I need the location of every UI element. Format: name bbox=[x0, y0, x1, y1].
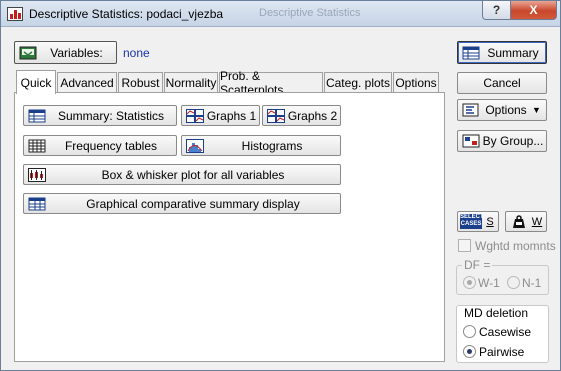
box-whisker-label: Box & whisker plot for all variables bbox=[101, 167, 285, 182]
weight-shortcut: W bbox=[531, 215, 543, 228]
options-icon bbox=[462, 103, 480, 117]
box-whisker-button[interactable]: Box & whisker plot for all variables bbox=[23, 164, 341, 185]
summary-button-label: Summary bbox=[487, 45, 539, 60]
md-pairwise-label: Pairwise bbox=[479, 345, 525, 359]
summary-statistics-button[interactable]: Summary: Statistics bbox=[23, 105, 177, 126]
wghtd-momnts-checkbox[interactable] bbox=[458, 239, 471, 252]
options-button[interactable]: Options ▼ bbox=[457, 99, 547, 121]
md-casewise-label: Casewise bbox=[479, 325, 532, 339]
close-icon: X bbox=[529, 3, 538, 17]
df-w1-radio[interactable] bbox=[463, 276, 476, 289]
frequency-tables-label: Frequency tables bbox=[64, 138, 158, 153]
by-group-label: By Group... bbox=[482, 134, 544, 148]
df-w1-label: W-1 bbox=[478, 276, 500, 290]
tab-advanced[interactable]: Advanced bbox=[57, 72, 117, 92]
tab-categ-plots[interactable]: Categ. plots bbox=[324, 72, 392, 92]
weight-icon bbox=[510, 214, 528, 229]
summary-table-icon bbox=[462, 46, 480, 60]
by-group-button[interactable]: By Group... bbox=[457, 130, 547, 152]
md-deletion-label: MD deletion bbox=[462, 306, 531, 320]
df-n1-label: N-1 bbox=[522, 276, 542, 290]
graphs-icon bbox=[267, 108, 285, 123]
graphs2-button[interactable]: Graphs 2 bbox=[262, 105, 341, 126]
close-button[interactable]: X bbox=[510, 1, 557, 20]
graphs-icon bbox=[186, 108, 204, 123]
window-title: Descriptive Statistics: podaci_vjezba bbox=[29, 7, 224, 21]
df-label: DF = bbox=[462, 258, 493, 272]
select-cases-button[interactable]: SELECT CASES S bbox=[457, 211, 499, 232]
select-cases-shortcut: S bbox=[486, 215, 494, 228]
tab-quick[interactable]: Quick bbox=[16, 70, 56, 94]
grid-table-icon bbox=[28, 139, 46, 153]
weight-button[interactable]: W bbox=[505, 211, 547, 232]
box-plot-icon bbox=[28, 167, 46, 182]
wghtd-momnts-label: Wghtd momnts bbox=[475, 239, 556, 253]
histogram-icon bbox=[186, 138, 204, 153]
md-casewise-radio[interactable] bbox=[463, 325, 476, 338]
df-n1-radio[interactable] bbox=[507, 276, 520, 289]
title-bar[interactable]: Descriptive Statistics: podaci_vjezba De… bbox=[1, 1, 560, 27]
options-button-label: Options bbox=[485, 103, 527, 117]
frequency-tables-button[interactable]: Frequency tables bbox=[23, 135, 177, 156]
background-window-title: Descriptive Statistics bbox=[259, 7, 361, 19]
statistica-app-icon bbox=[7, 7, 23, 21]
graphical-summary-label: Graphical comparative summary display bbox=[86, 196, 300, 211]
cancel-button[interactable]: Cancel bbox=[457, 72, 547, 94]
summary-grid-icon bbox=[28, 197, 46, 211]
graphical-summary-button[interactable]: Graphical comparative summary display bbox=[23, 193, 341, 214]
tab-normality[interactable]: Normality bbox=[164, 72, 218, 92]
histograms-button[interactable]: Histograms bbox=[181, 135, 341, 156]
graphs1-button[interactable]: Graphs 1 bbox=[181, 105, 260, 126]
select-cases-icon: SELECT CASES bbox=[460, 214, 484, 229]
tab-prob-scatterplots[interactable]: Prob. & Scatterplots bbox=[219, 69, 323, 97]
variables-value: none bbox=[123, 46, 150, 60]
histograms-label: Histograms bbox=[241, 138, 303, 153]
graphs1-label: Graphs 1 bbox=[206, 108, 257, 123]
summary-button[interactable]: Summary bbox=[457, 41, 547, 64]
summary-statistics-label: Summary: Statistics bbox=[57, 108, 165, 123]
variables-button[interactable]: Variables: bbox=[14, 41, 117, 64]
summary-table-icon bbox=[28, 109, 46, 123]
dropdown-arrow-icon: ▼ bbox=[532, 105, 541, 115]
tab-robust[interactable]: Robust bbox=[118, 72, 163, 92]
by-group-icon bbox=[462, 134, 480, 148]
graphs2-label: Graphs 2 bbox=[287, 108, 338, 123]
quick-tab-panel bbox=[14, 92, 445, 362]
cancel-button-label: Cancel bbox=[483, 76, 521, 90]
tab-options[interactable]: Options bbox=[393, 72, 439, 92]
variables-icon bbox=[19, 46, 37, 60]
variables-button-label: Variables: bbox=[50, 45, 103, 60]
md-pairwise-radio[interactable] bbox=[463, 345, 476, 358]
dialog-window: Descriptive Statistics: podaci_vjezba De… bbox=[0, 0, 561, 371]
help-button[interactable]: ? bbox=[482, 1, 511, 20]
